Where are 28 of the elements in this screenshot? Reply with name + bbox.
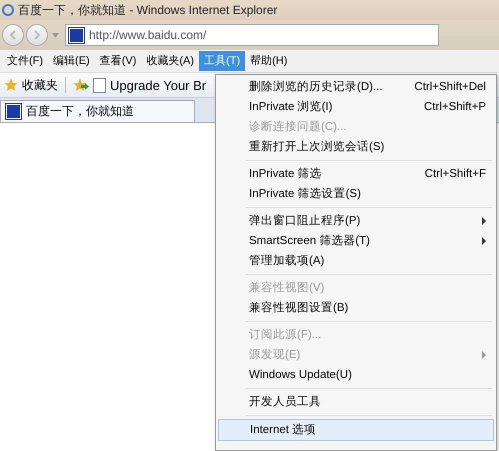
menu-item[interactable]: Windows Update(U) [218,365,494,385]
menu-item[interactable]: 兼容性视图设置(B) [218,298,494,318]
menu-item[interactable]: InPrivate 筛选 Ctrl+Shift+F [218,164,494,184]
window-title: 百度一下，你就知道 - Windows Internet Explorer [18,2,278,18]
menu-item[interactable]: SmartScreen 筛选器(T) [218,231,494,251]
menu-item[interactable]: 重新打开上次浏览会话(S) [218,137,494,157]
back-button[interactable] [2,24,24,46]
star-icon[interactable] [4,78,18,92]
menu-item[interactable]: 删除浏览的历史记录(D)... Ctrl+Shift+Del [218,77,494,97]
browser-tab[interactable]: 百度一下，你就知道 [0,100,195,122]
menu-item[interactable]: 文件(F) [2,51,48,71]
menu-item[interactable]: Internet 选项 [218,419,494,441]
forward-button[interactable] [26,24,48,46]
menu-item[interactable]: 开发人员工具 [218,392,494,412]
browser-logo-icon [2,4,14,16]
menu-item[interactable]: 管理加载项(A) [218,251,494,271]
favorites-button[interactable]: 收藏夹 [22,76,58,94]
star-arrow-icon[interactable] [73,78,89,92]
favorite-link[interactable]: Upgrade Your Br [93,78,206,92]
menu-item[interactable]: 弹出窗口阻止程序(P) [218,211,494,231]
address-field[interactable]: http://www.baidu.com/ [65,24,439,46]
menu-item[interactable]: 帮助(H) [245,51,292,71]
menu-item[interactable]: 查看(V) [94,51,142,71]
menu-item[interactable]: InPrivate 筛选设置(S) [218,184,494,204]
menu-item[interactable]: InPrivate 浏览(I) Ctrl+Shift+P [218,97,494,117]
menu-item[interactable]: 编辑(E) [48,51,95,71]
menu-item[interactable]: 收藏夹(A) [141,51,200,71]
caret-icon[interactable] [52,32,59,38]
